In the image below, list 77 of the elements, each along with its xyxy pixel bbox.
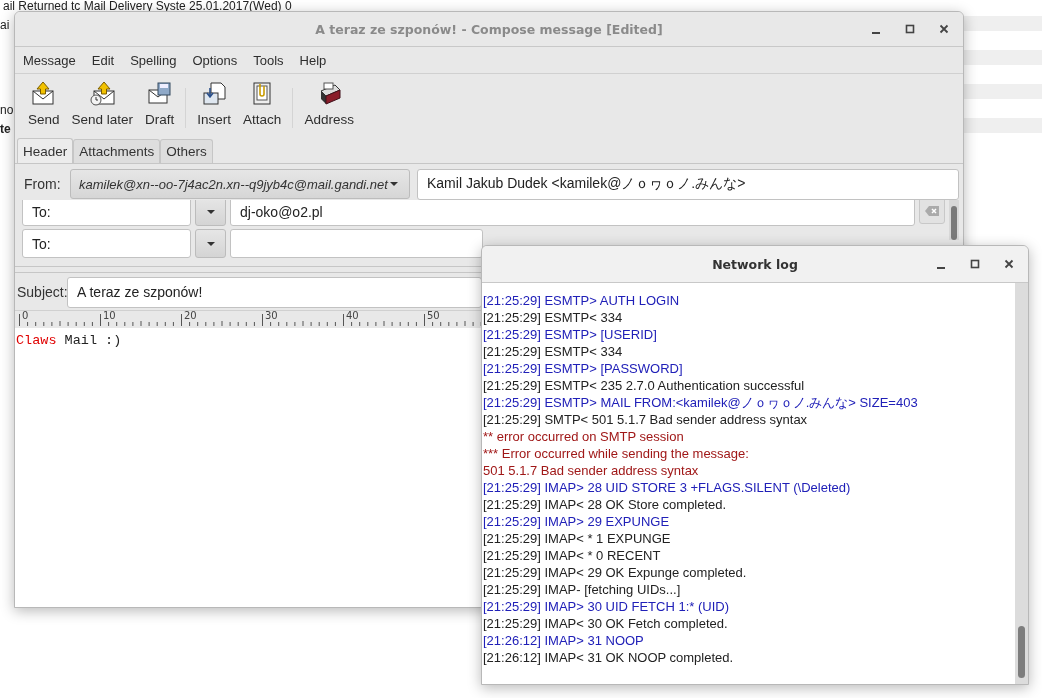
toolbar-button[interactable]: Send [22, 78, 66, 129]
log-line: [21:25:29] ESMTP< 334 [483, 309, 623, 326]
ruler-number: 0 [22, 310, 29, 321]
log-line: [21:25:29] ESMTP> [USERID] [483, 326, 657, 343]
envelope-floppy-icon [147, 81, 173, 106]
recipient-field[interactable]: dj-oko@o2.pl [230, 200, 915, 226]
toolbar-button[interactable]: Send later [65, 78, 140, 129]
sender-name-field[interactable]: Kamil Jakub Dudek <kamilek@ノｏヮｏノ.みんな> [417, 168, 959, 200]
log-line: [21:25:29] IMAP> 29 EXPUNGE [483, 513, 670, 530]
log-line: [21:25:29] IMAP< * 0 RECENT [483, 547, 661, 564]
maximize-icon [970, 259, 980, 269]
caret-icon [389, 181, 399, 187]
log-line: [21:25:29] IMAP< 28 OK Store completed. [483, 496, 727, 513]
envelope-clock-icon [89, 81, 115, 106]
scrollbar[interactable] [1015, 283, 1028, 684]
log-line: [21:25:29] ESMTP> AUTH LOGIN [483, 292, 680, 309]
field-label: From: [24, 176, 62, 192]
recipient-type-field[interactable]: To: [22, 200, 191, 226]
ruler-number: 50 [427, 310, 440, 321]
menu-item[interactable]: Spelling [122, 52, 185, 68]
minimize-icon [937, 267, 945, 269]
window-title: Network log [712, 256, 798, 272]
list-text: ail Returned tc Mail Delivery Syste 25.01.2017(Wed) 0 [2, 0, 292, 15]
menu-item[interactable]: Help [291, 52, 335, 68]
account-dropdown[interactable]: kamilek@xn--oo-7j4ac2n.xn--q9jyb4c@mail.gandi.net [70, 169, 410, 199]
log-line: [21:25:29] IMAP> 28 UID STORE 3 +FLAGS.SILENT (\Deleted) [483, 479, 851, 496]
log-line: [21:25:29] ESMTP> [PASSWORD] [483, 360, 683, 377]
log-line: [21:25:29] ESMTP> MAIL FROM:<kamilek@ノｏヮｏノ.みんな> SIZE=403 [483, 394, 918, 411]
close-icon [1004, 259, 1014, 269]
recipient-field[interactable] [230, 229, 483, 258]
ruler-number: 20 [184, 310, 197, 321]
toolbar-button[interactable]: Attach [237, 78, 288, 129]
menu-item[interactable]: Edit [83, 52, 123, 68]
log-line: [21:25:29] SMTP< 501 5.1.7 Bad sender address syntax [483, 411, 808, 428]
log-line: [21:26:12] IMAP< 31 OK NOOP completed. [483, 649, 734, 666]
log-line: ** error occurred on SMTP session [483, 428, 684, 445]
tab[interactable]: Others [160, 139, 213, 163]
backspace-icon [924, 204, 940, 217]
toolbar-button[interactable]: Insert [191, 78, 238, 129]
list-text: no [0, 102, 14, 119]
ruler-number: 30 [265, 310, 278, 321]
window-title: A teraz ze szponów! - Compose message [Edited] [315, 21, 663, 37]
log-line: [21:25:29] IMAP> 30 UID FETCH 1:* (UID) [483, 598, 729, 615]
log-line: [21:25:29] IMAP- [fetching UIDs...] [483, 581, 681, 598]
caret-icon [205, 240, 216, 247]
maximize-icon [905, 24, 915, 34]
field-label: Subject: [17, 284, 67, 300]
ruler-number: 40 [346, 310, 359, 321]
menu-item[interactable]: Options [184, 52, 246, 68]
tab[interactable]: Attachments [73, 139, 161, 163]
log-line: [21:25:29] IMAP< 30 OK Fetch completed. [483, 615, 728, 632]
recipient-type-field[interactable]: To: [22, 229, 191, 258]
log-line: [21:25:29] ESMTP< 334 [483, 343, 623, 360]
minimize-icon [872, 32, 880, 34]
menu-item[interactable]: Message [15, 52, 84, 68]
log-line: [21:26:12] IMAP> 31 NOOP [483, 632, 644, 649]
menu-item[interactable]: Tools [245, 52, 292, 68]
dropdown-button[interactable] [195, 229, 226, 258]
list-text: ai [0, 17, 10, 34]
tab[interactable]: Header [17, 138, 74, 163]
dropdown-button[interactable] [195, 200, 226, 226]
ruler-number: 10 [103, 310, 116, 321]
toolbar-button[interactable]: Draft [139, 78, 181, 129]
log-line: *** Error occurred while sending the message: [483, 445, 749, 462]
caret-icon [205, 208, 216, 215]
toolbar-button[interactable]: Address [298, 78, 360, 129]
close-icon [939, 24, 949, 34]
envelope-up-arrow-icon [31, 81, 57, 106]
scrollbar[interactable] [949, 200, 959, 240]
log-line: [21:25:29] IMAP< 29 OK Expunge completed. [483, 564, 747, 581]
list-text: te [0, 121, 11, 138]
document-arrow-icon [201, 81, 227, 106]
log-line: 501 5.1.7 Bad sender address syntax [483, 462, 699, 479]
log-line: [21:25:29] IMAP< * 1 EXPUNGE [483, 530, 671, 547]
message-text: Claws Mail :) [16, 333, 122, 348]
log-line: [21:25:29] ESMTP< 235 2.7.0 Authentication successful [483, 377, 805, 394]
subject-field[interactable]: A teraz ze szponów! [67, 276, 482, 308]
